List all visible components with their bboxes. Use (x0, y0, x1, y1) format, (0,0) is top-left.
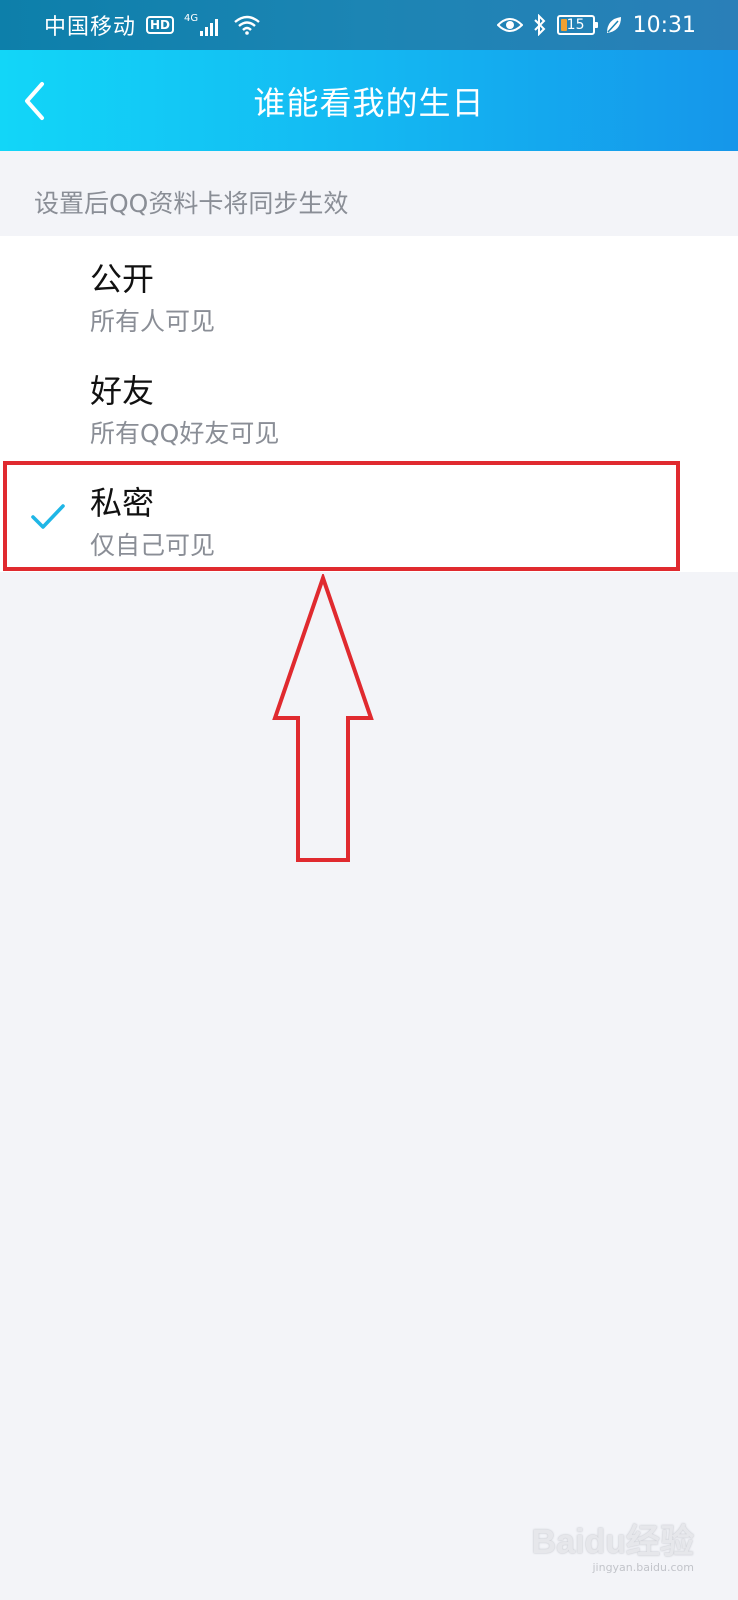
leaf-icon (605, 15, 623, 35)
page-title: 谁能看我的生日 (253, 83, 485, 122)
annotation-up-arrow (272, 574, 374, 862)
option-public[interactable]: 公开 所有人可见 (0, 236, 738, 348)
chevron-left-icon (25, 82, 44, 120)
option-description: 所有人可见 (90, 307, 216, 336)
battery-icon: 15 (556, 15, 598, 35)
baidu-watermark: Baidu经验 jingyan.baidu.com (532, 1514, 694, 1574)
option-friends[interactable]: 好友 所有QQ好友可见 (0, 348, 738, 460)
option-title: 好友 (90, 372, 155, 410)
status-bar: 中国移动 HD 4G 15 10:31 (0, 0, 738, 50)
nav-bar: 谁能看我的生日 (0, 50, 738, 151)
status-left: 中国移动 HD 4G (44, 9, 260, 41)
battery-level: 15 (566, 17, 585, 33)
bluetooth-icon (533, 14, 547, 36)
option-description: 所有QQ好友可见 (90, 419, 280, 448)
signal-icon: 4G (184, 14, 220, 36)
watermark-url: jingyan.baidu.com (592, 1561, 694, 1574)
clock-label: 10:31 (632, 12, 696, 38)
hd-badge: HD (146, 16, 175, 34)
annotation-highlight-box (3, 461, 680, 571)
carrier-label: 中国移动 (44, 15, 137, 40)
network-type-label: 4G (184, 13, 199, 24)
section-hint: 设置后QQ资料卡将同步生效 (34, 189, 349, 218)
back-button[interactable] (14, 78, 54, 124)
wifi-icon (234, 15, 260, 35)
option-title: 公开 (90, 260, 155, 298)
eye-icon (496, 16, 523, 34)
watermark-logo: Baidu经验 (531, 1523, 694, 1561)
status-right: 15 10:31 (496, 12, 696, 38)
